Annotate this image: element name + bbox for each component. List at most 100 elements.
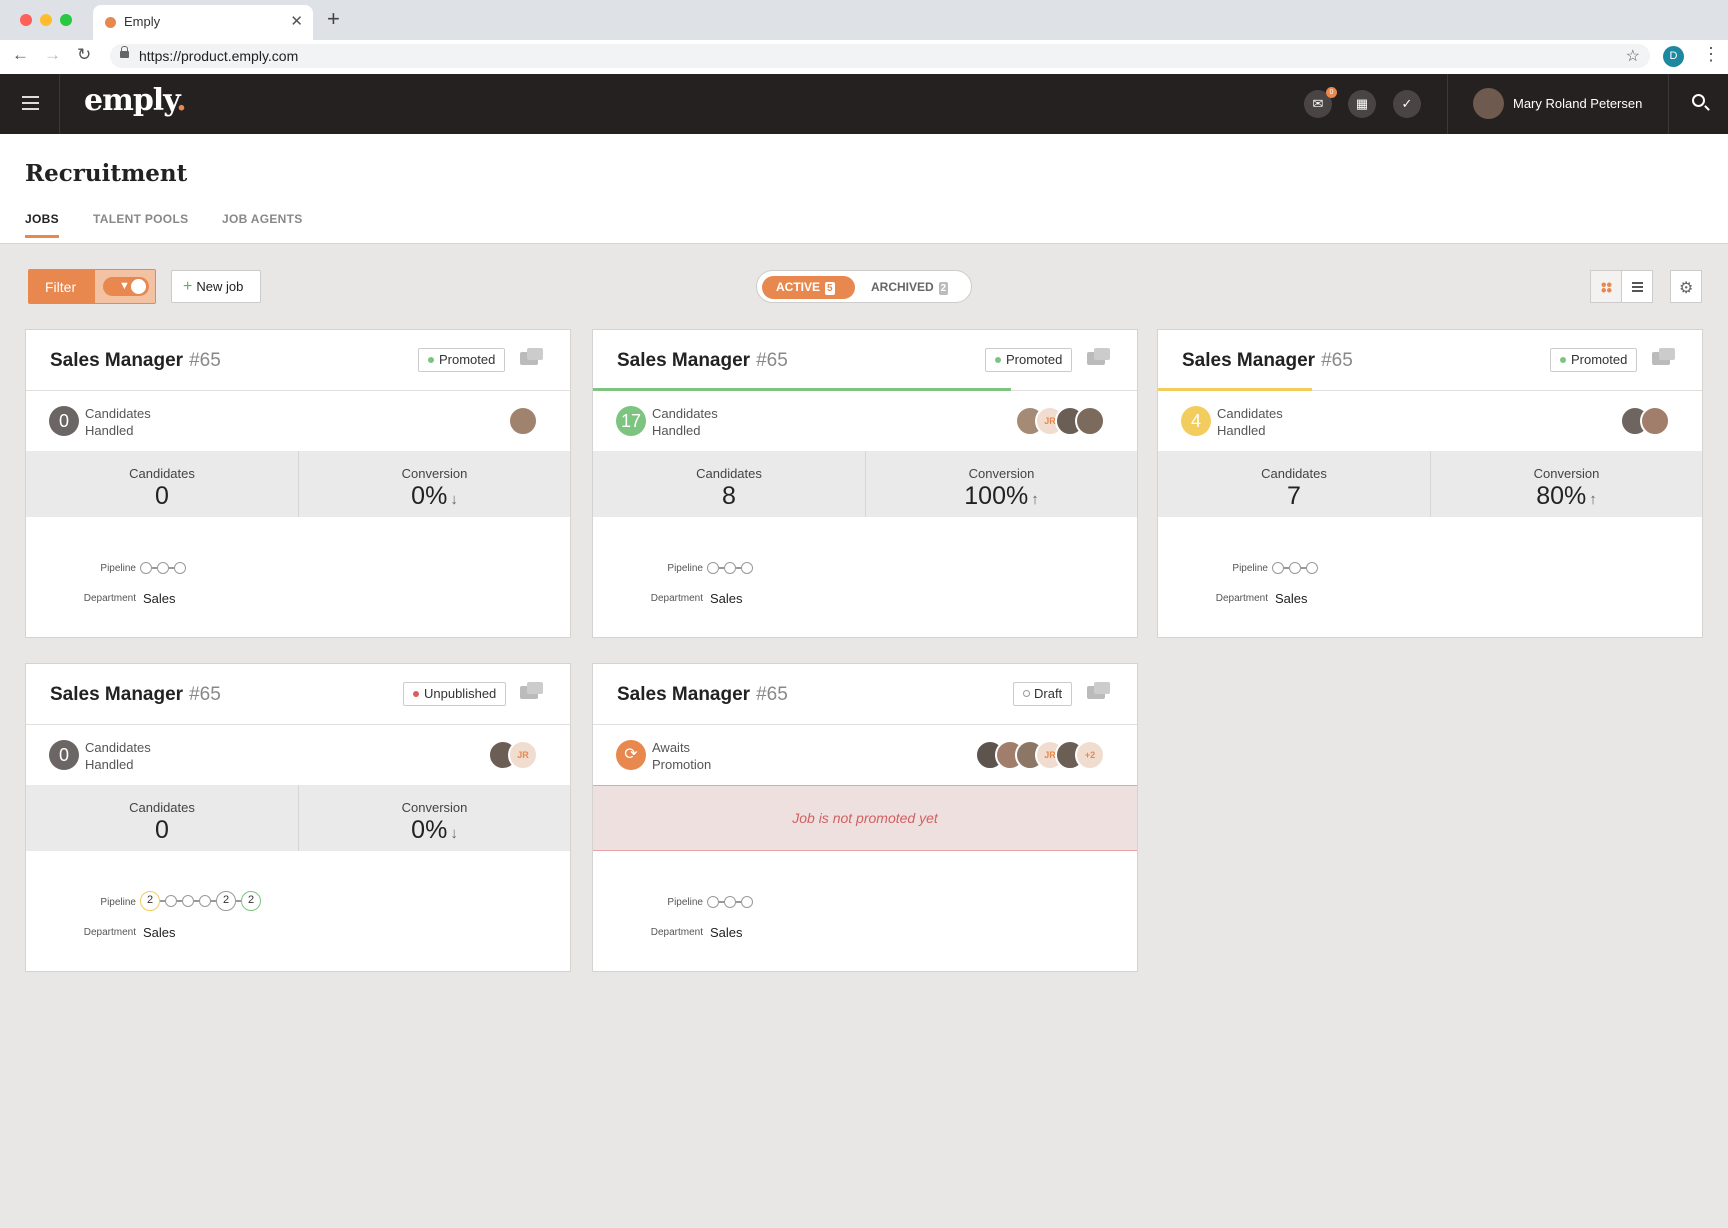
archived-count: 2 — [938, 282, 949, 295]
favicon-icon — [105, 17, 116, 28]
department-value: Sales — [1275, 591, 1308, 606]
calendar-icon[interactable]: ▦ — [1348, 90, 1376, 118]
tasks-check-icon[interactable]: ✓ — [1393, 90, 1421, 118]
archived-tab-button[interactable]: ARCHIVED 2 — [871, 276, 949, 299]
status-badge: Promoted — [418, 348, 506, 372]
handled-count: 0 — [49, 406, 79, 436]
department-value: Sales — [710, 591, 743, 606]
new-tab-icon[interactable]: + — [327, 8, 340, 30]
browser-tab[interactable]: Emply ✕ — [93, 5, 313, 40]
address-bar[interactable]: https://product.emply.com ☆ — [110, 44, 1650, 68]
reload-icon[interactable]: ↻ — [77, 44, 91, 66]
avatar[interactable] — [1640, 406, 1670, 436]
forward-icon[interactable]: → — [44, 44, 61, 66]
conversion-value: 0% ↓ — [411, 482, 458, 510]
active-count: 5 — [825, 282, 835, 295]
avatar[interactable] — [1075, 406, 1105, 436]
job-title[interactable]: Sales Manager #65 — [50, 684, 221, 706]
handled-label: Candidates Handled — [652, 406, 718, 438]
more-avatars-count[interactable]: +2 — [1075, 740, 1105, 770]
grid-icon — [1601, 282, 1612, 293]
job-stats: Candidates 0 Conversion 0% ↓ — [26, 785, 570, 851]
tab-strip: Emply ✕ + — [0, 0, 1728, 40]
conversion-value: 80% ↑ — [1536, 482, 1597, 510]
trend-down-icon: ↓ — [450, 491, 458, 508]
team-avatars[interactable]: JR — [1015, 406, 1105, 436]
pipeline-indicator[interactable] — [1272, 562, 1318, 574]
bookmark-star-icon[interactable]: ☆ — [1626, 46, 1640, 66]
active-tab-button[interactable]: ACTIVE 5 — [762, 276, 855, 299]
close-window-dot[interactable] — [20, 14, 32, 26]
pipeline-indicator[interactable] — [707, 562, 753, 574]
browser-menu-icon[interactable]: ⋮ — [1702, 44, 1720, 65]
settings-button[interactable]: ⚙ — [1670, 270, 1702, 303]
tab-jobs[interactable]: JOBS — [25, 212, 59, 238]
list-view-button[interactable] — [1621, 270, 1653, 303]
job-title[interactable]: Sales Manager #65 — [617, 350, 788, 372]
job-card[interactable]: Sales Manager #65 Promoted 4 Candidates Ha… — [1157, 329, 1703, 638]
divider — [1447, 74, 1448, 134]
job-stats: Candidates 8 Conversion 100% ↑ — [593, 451, 1137, 517]
team-avatars[interactable]: JR — [488, 740, 538, 770]
pipeline-indicator[interactable]: 2 2 2 — [140, 891, 261, 911]
user-avatar[interactable] — [1473, 88, 1504, 119]
candidates-value: 7 — [1287, 482, 1301, 510]
job-card[interactable]: Sales Manager #65 Promoted 17 Candidates H… — [592, 329, 1138, 638]
comments-icon[interactable] — [520, 348, 543, 365]
job-card[interactable]: Sales Manager #65 Unpublished 0 Candidate… — [25, 663, 571, 972]
hamburger-menu-icon[interactable] — [22, 96, 39, 110]
plus-icon: + — [183, 278, 193, 295]
team-avatars[interactable]: JR +2 — [975, 740, 1105, 770]
funnel-icon: ▼ — [119, 280, 130, 292]
new-job-button[interactable]: + New job — [171, 270, 261, 303]
not-promoted-message: Job is not promoted yet — [593, 785, 1137, 851]
trend-up-icon: ↑ — [1589, 491, 1597, 508]
progress-bar — [593, 388, 1011, 391]
handled-label: Candidates Handled — [85, 406, 151, 438]
comments-icon[interactable] — [1087, 348, 1110, 365]
tab-talent-pools[interactable]: TALENT POOLS — [93, 212, 188, 226]
grid-view-button[interactable] — [1590, 270, 1622, 303]
team-avatars[interactable] — [508, 406, 538, 436]
conversion-value: 0% ↓ — [411, 816, 458, 844]
job-title[interactable]: Sales Manager #65 — [617, 684, 788, 706]
job-title[interactable]: Sales Manager #65 — [50, 350, 221, 372]
job-title[interactable]: Sales Manager #65 — [1182, 350, 1353, 372]
job-card[interactable]: Sales Manager #65 Promoted 0 Candidates Ha… — [25, 329, 571, 638]
department-value: Sales — [143, 591, 176, 606]
page-title: Recruitment — [25, 160, 188, 187]
department-value: Sales — [143, 925, 176, 940]
avatar[interactable] — [508, 406, 538, 436]
conversion-value: 100% ↑ — [964, 482, 1039, 510]
comments-icon[interactable] — [1652, 348, 1675, 365]
pipeline-indicator[interactable] — [707, 896, 753, 908]
close-tab-icon[interactable]: ✕ — [290, 12, 303, 30]
url-text: https://product.emply.com — [139, 48, 299, 64]
tab-job-agents[interactable]: JOB AGENTS — [222, 212, 303, 226]
search-icon[interactable] — [1692, 94, 1705, 107]
active-archived-switch: ACTIVE 5 ARCHIVED 2 — [756, 270, 972, 303]
user-name[interactable]: Mary Roland Petersen — [1513, 96, 1642, 111]
filter-toggle[interactable]: ▼ — [95, 270, 155, 303]
back-icon[interactable]: ← — [12, 44, 29, 66]
comments-icon[interactable] — [1087, 682, 1110, 699]
maximize-window-dot[interactable] — [60, 14, 72, 26]
browser-profile-avatar[interactable]: D — [1663, 46, 1684, 67]
team-avatars[interactable] — [1620, 406, 1670, 436]
handled-label: Candidates Handled — [1217, 406, 1283, 438]
lock-icon — [120, 46, 129, 58]
emply-logo[interactable]: emply. — [84, 83, 187, 118]
avatar-initials[interactable]: JR — [508, 740, 538, 770]
browser-chrome: Emply ✕ + ← → ↻ https://product.emply.co… — [0, 0, 1728, 74]
status-badge: Promoted — [985, 348, 1073, 372]
status-badge: Unpublished — [403, 682, 507, 706]
minimize-window-dot[interactable] — [40, 14, 52, 26]
job-stats: Candidates 0 Conversion 0% ↓ — [26, 451, 570, 517]
status-badge: Draft — [1013, 682, 1073, 706]
pipeline-indicator[interactable] — [140, 562, 186, 574]
job-card[interactable]: Sales Manager #65 Draft ⟳ Awaits Promotion… — [592, 663, 1138, 972]
handled-label: Candidates Handled — [85, 740, 151, 772]
filter-button[interactable]: Filter ▼ — [28, 269, 156, 304]
comments-icon[interactable] — [520, 682, 543, 699]
candidates-value: 0 — [155, 482, 169, 510]
